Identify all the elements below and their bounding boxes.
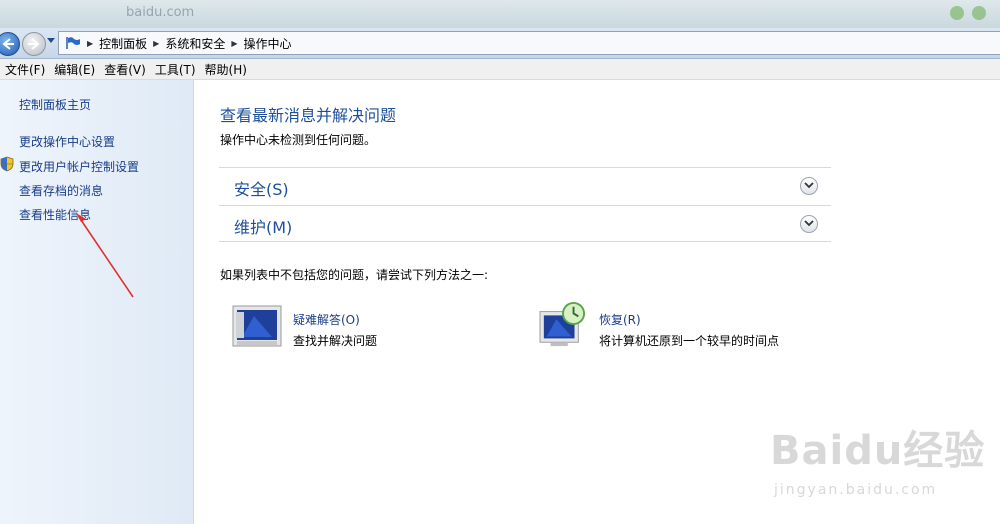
annotation-arrow-icon: [76, 213, 134, 298]
